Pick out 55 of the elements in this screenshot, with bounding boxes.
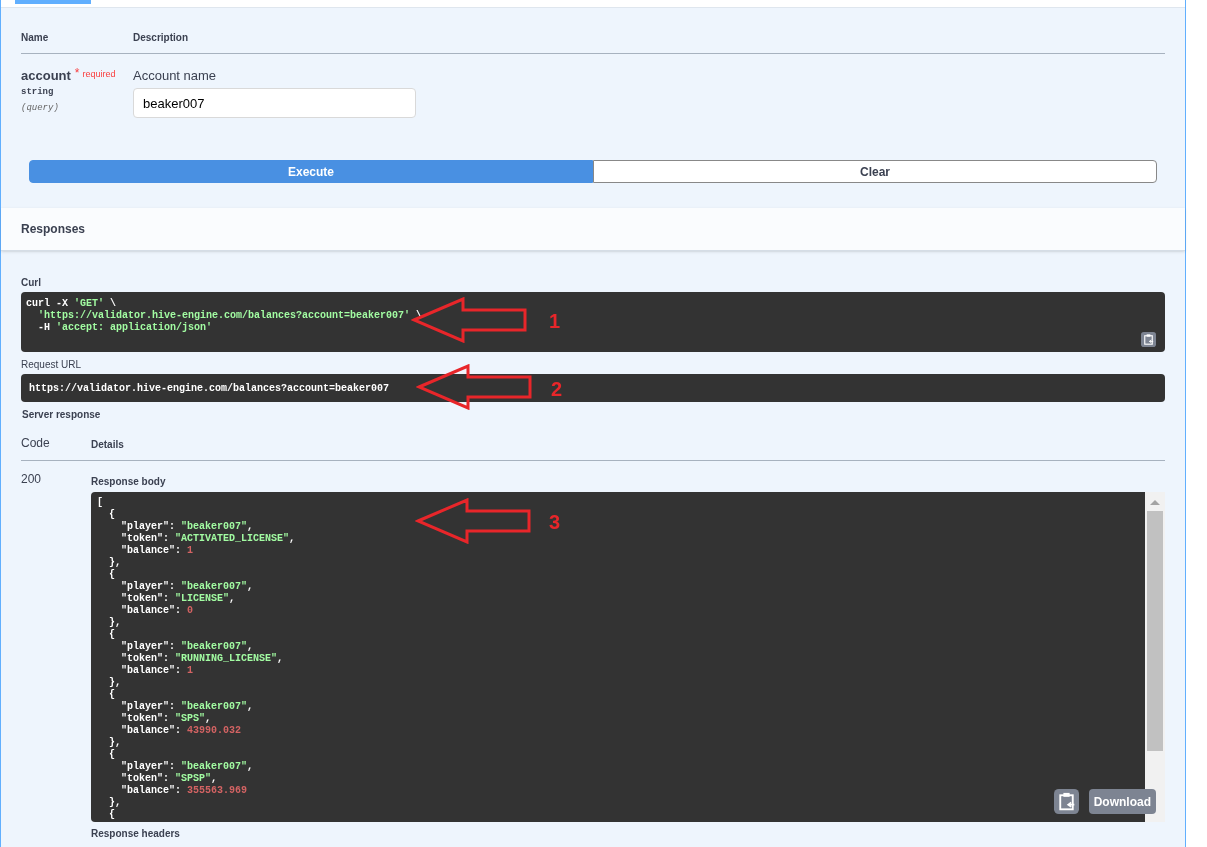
code-line: "balance": 355563.969	[120, 785, 248, 797]
section-title: Responses	[21, 221, 86, 238]
field-label: Server response	[22, 408, 102, 422]
code-line: -H 'accept: application/json'	[37, 322, 213, 334]
code-line: "token": "SPSP",	[120, 773, 218, 785]
code-line: curl -X 'GET' \	[26, 298, 117, 310]
code-line: "token": "RUNNING_LICENSE",	[120, 653, 284, 665]
code-line: {	[108, 749, 116, 761]
parameter-type: string	[21, 86, 55, 99]
code-line: {	[108, 689, 116, 701]
download-button[interactable]: Download	[1088, 789, 1156, 814]
code-line: "player": "beaker007",	[120, 641, 254, 653]
code-line: "balance": 1	[120, 665, 194, 677]
code-line: "player": "beaker007",	[120, 761, 254, 773]
code-line: "player": "beaker007",	[120, 521, 254, 533]
code-line: "player": "beaker007",	[120, 581, 254, 593]
code-line: [	[97, 497, 103, 509]
code-line: },	[108, 797, 122, 809]
code-line: "player": "beaker007",	[120, 701, 254, 713]
annotation-number: 3	[549, 510, 561, 535]
request-url: https://validator.hive-engine.com/balances?account=beaker007	[29, 381, 390, 396]
code-line: "token": "LICENSE",	[120, 593, 236, 605]
code-line: },	[108, 617, 122, 629]
field-label: Response headers	[91, 828, 181, 840]
arrow-icon	[416, 364, 534, 410]
code-line: },	[108, 737, 122, 749]
arrow-icon	[415, 498, 533, 544]
field-label: Request URL	[21, 358, 83, 372]
input-field[interactable]: beaker007	[133, 88, 416, 118]
column-header: Name	[21, 31, 50, 45]
code-line: "token": "ACTIVATED_LICENSE",	[120, 533, 296, 545]
arrow-icon	[411, 297, 529, 343]
field-label: Response body	[91, 475, 167, 489]
code-line: {	[108, 629, 116, 641]
code-line: {	[108, 509, 116, 521]
required-label: * required	[74, 68, 116, 79]
parameter-description: Account name	[133, 68, 218, 84]
code-line: "token": "SPS",	[120, 713, 212, 725]
column-header: Description	[133, 31, 188, 45]
clear-button[interactable]: Clear	[593, 160, 1157, 183]
code-line: },	[108, 557, 122, 569]
column-header: Details	[91, 438, 124, 452]
field-label: Curl	[21, 276, 42, 290]
code-line: "balance": 0	[120, 605, 194, 617]
column-header: Code	[21, 435, 51, 452]
parameter-location: (query)	[21, 101, 60, 115]
code-line: "balance": 1	[120, 545, 194, 557]
annotation-number: 2	[551, 377, 563, 402]
annotation-number: 1	[549, 309, 561, 334]
code-line: {	[108, 809, 116, 821]
code-line: {	[108, 569, 116, 581]
response-code: 200	[21, 471, 43, 488]
code-line: },	[108, 677, 122, 689]
parameter-name: account	[21, 68, 71, 84]
code-line: "balance": 43990.032	[120, 725, 242, 737]
